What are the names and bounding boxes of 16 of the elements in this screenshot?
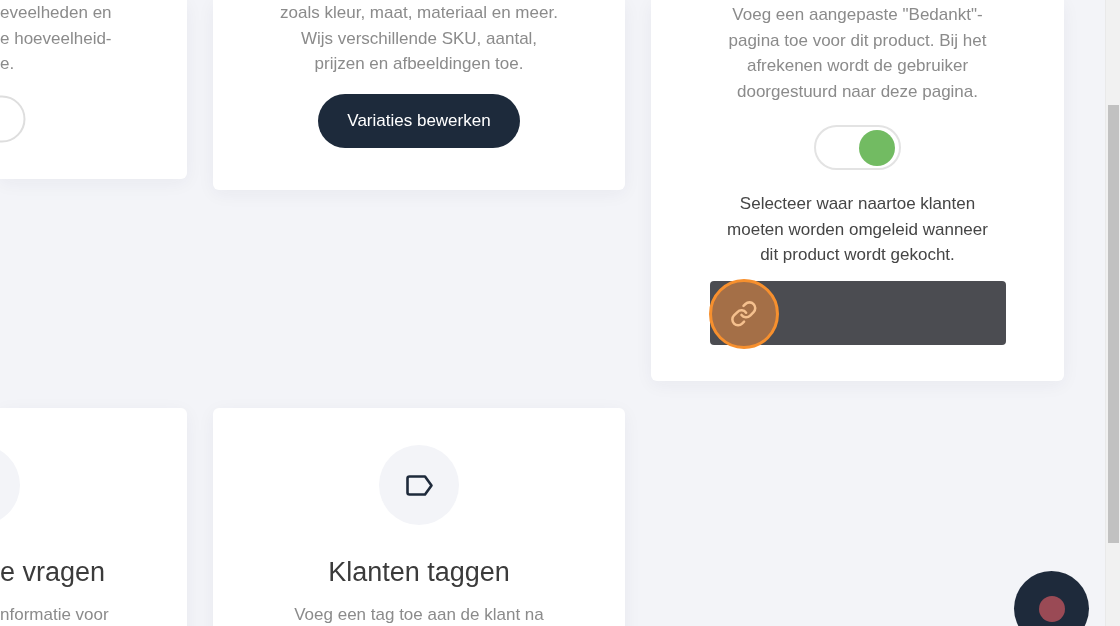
toggle-switch[interactable] xyxy=(814,125,901,170)
scrollbar[interactable] xyxy=(1105,0,1120,626)
card-title: e vragen xyxy=(0,556,107,589)
dot-icon xyxy=(1038,595,1065,622)
tag-icon xyxy=(379,445,459,525)
redirect-instructions: Selecteer waar naartoe klanten moeten worden omgeleid wanneer dit product wordt gekocht. xyxy=(726,193,989,266)
card-description: eveelheden en e hoeveelheid- e. xyxy=(0,2,113,75)
floating-action-button[interactable] xyxy=(1014,571,1089,626)
card-description: zoals kleur, maat, materiaal en meer. Wijs verschillende SKU, aantal, prijzen en afbeeldingen toe. xyxy=(279,2,559,75)
toggle-switch[interactable] xyxy=(0,94,26,143)
edit-variations-button[interactable]: Variaties bewerken xyxy=(318,94,520,148)
scrollbar-thumb[interactable] xyxy=(1107,105,1119,543)
card-title: Klanten taggen xyxy=(327,556,511,589)
card-description: Voeg een tag toe aan de klant na xyxy=(293,604,545,626)
card-description: Voeg een aangepaste "Bedankt"- pagina toe voor dit product. Bij het afrekenen wordt de gebruiker doorgestuurd naar deze pagina. xyxy=(727,4,988,103)
card-description: nformatie voor xyxy=(0,604,110,626)
